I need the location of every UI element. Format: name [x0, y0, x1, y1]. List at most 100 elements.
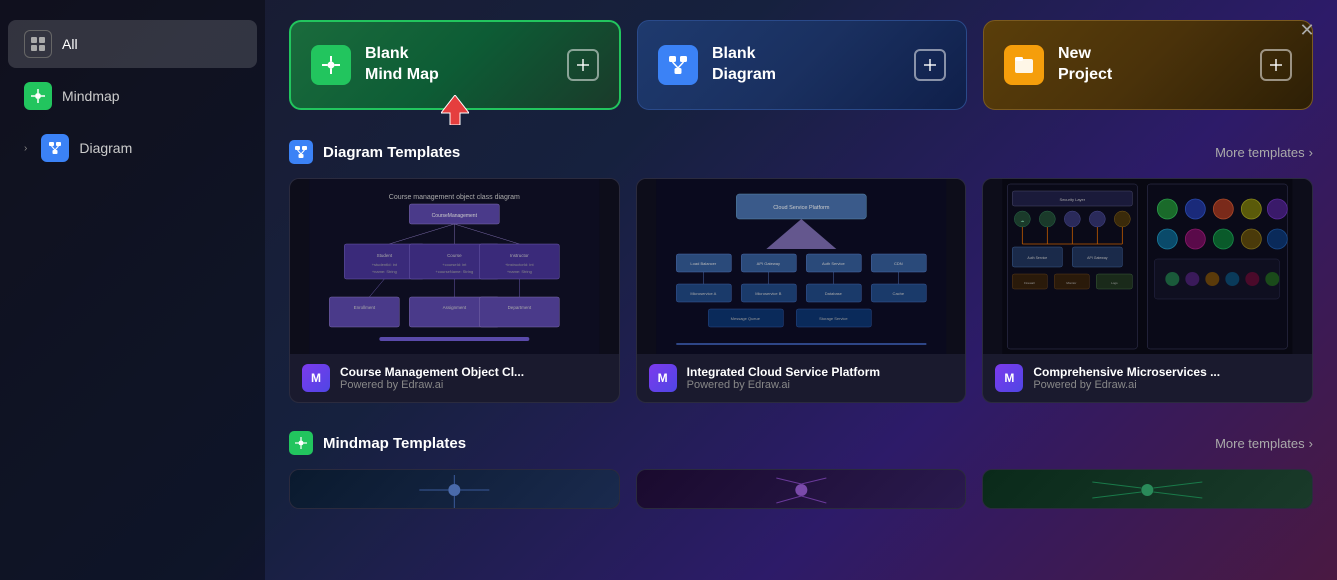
diagram-section: Diagram Templates More templates › Cours… [289, 140, 1313, 403]
svg-text:Microservice A: Microservice A [690, 291, 716, 296]
mindmap-card-2[interactable] [636, 469, 967, 509]
blank-mindmap-icon [311, 45, 351, 85]
svg-text:Storage Service: Storage Service [819, 316, 848, 321]
blank-mindmap-left: Blank Mind Map [311, 44, 439, 86]
template-thumb-cloud: Cloud Service Platform Load Balancer API… [637, 179, 966, 354]
template-text-course: Course Management Object Cl... Powered b… [340, 365, 524, 391]
svg-text:Cache: Cache [892, 291, 904, 296]
diagram-section-header: Diagram Templates More templates › [289, 140, 1313, 164]
diagram-chevron-icon: › [24, 143, 27, 154]
mindmap-icon [24, 82, 52, 110]
template-text-microservices: Comprehensive Microservices ... Powered … [1033, 365, 1220, 391]
svg-text:Monitor: Monitor [1067, 281, 1077, 285]
svg-text:Firewall: Firewall [1024, 281, 1035, 285]
svg-text:API Gateway: API Gateway [756, 261, 779, 266]
template-text-cloud: Integrated Cloud Service Platform Powere… [687, 365, 880, 391]
template-name-course: Course Management Object Cl... [340, 365, 524, 379]
red-arrow-indicator [441, 95, 469, 125]
new-project-card[interactable]: New Project [983, 20, 1313, 110]
svg-text:Assignment: Assignment [443, 305, 467, 310]
new-project-left: New Project [1004, 44, 1112, 86]
blank-diagram-title: Blank Diagram [712, 44, 776, 86]
mindmap-section-title: Mindmap Templates [289, 431, 466, 455]
svg-text:CDN: CDN [894, 261, 903, 266]
mindmap-templates-grid [289, 469, 1313, 509]
blank-diagram-left: Blank Diagram [658, 44, 776, 86]
mindmap-section: Mindmap Templates More templates › [289, 431, 1313, 509]
diagram-icon [41, 134, 69, 162]
template-brand-icon-cloud: M [649, 364, 677, 392]
svg-text:Enrollment: Enrollment [354, 305, 376, 310]
mindmap-more-templates-button[interactable]: More templates › [1215, 436, 1313, 451]
all-icon [24, 30, 52, 58]
template-powered-cloud: Powered by Edraw.ai [687, 379, 880, 391]
mindmap-section-icon [289, 431, 313, 455]
new-project-icon [1004, 45, 1044, 85]
template-name-microservices: Comprehensive Microservices ... [1033, 365, 1220, 379]
svg-text:Instructor: Instructor [510, 253, 529, 258]
svg-text:Student: Student [377, 253, 393, 258]
sidebar-item-diagram[interactable]: › Diagram [8, 124, 257, 172]
blank-mindmap-add-button[interactable] [567, 49, 599, 81]
blank-mindmap-card[interactable]: Blank Mind Map [289, 20, 621, 110]
svg-text:Cloud Service Platform: Cloud Service Platform [773, 205, 830, 211]
template-info-microservices: M Comprehensive Microservices ... Powere… [983, 354, 1312, 402]
svg-text:+name: String: +name: String [372, 269, 397, 274]
template-card-course-management[interactable]: Course management object class diagram C… [289, 178, 620, 403]
template-info-cloud: M Integrated Cloud Service Platform Powe… [637, 354, 966, 402]
sidebar-item-all[interactable]: All [8, 20, 257, 68]
blank-mindmap-title: Blank Mind Map [365, 44, 439, 86]
diagram-section-icon [289, 140, 313, 164]
svg-text:+instructorId: int: +instructorId: int [505, 262, 534, 267]
mindmap-more-label: More templates [1215, 436, 1305, 451]
blank-diagram-add-button[interactable] [914, 49, 946, 81]
svg-text:+studentId: int: +studentId: int [372, 262, 398, 267]
svg-text:Auth Service: Auth Service [1028, 256, 1048, 260]
svg-text:Microservice B: Microservice B [755, 291, 782, 296]
mindmap-section-header: Mindmap Templates More templates › [289, 431, 1313, 455]
svg-text:Course management object class: Course management object class diagram [389, 194, 520, 201]
blank-diagram-icon [658, 45, 698, 85]
svg-text:☁: ☁ [1021, 218, 1025, 223]
diagram-section-label: Diagram Templates [323, 144, 460, 161]
sidebar-mindmap-label: Mindmap [62, 88, 241, 104]
sidebar-item-mindmap[interactable]: Mindmap [8, 72, 257, 120]
svg-text:Course: Course [447, 253, 462, 258]
template-info-course: M Course Management Object Cl... Powered… [290, 354, 619, 402]
new-project-add-button[interactable] [1260, 49, 1292, 81]
diagram-more-templates-button[interactable]: More templates › [1215, 145, 1313, 160]
template-name-cloud: Integrated Cloud Service Platform [687, 365, 880, 379]
sidebar-all-label: All [62, 36, 241, 52]
main-content: Blank Mind Map [265, 0, 1337, 580]
sidebar: All Mindmap › Diagram [0, 0, 265, 580]
template-powered-microservices: Powered by Edraw.ai [1033, 379, 1220, 391]
template-card-cloud[interactable]: Cloud Service Platform Load Balancer API… [636, 178, 967, 403]
diagram-section-title: Diagram Templates [289, 140, 460, 164]
close-button[interactable]: ✕ [1295, 18, 1319, 42]
template-powered-course: Powered by Edraw.ai [340, 379, 524, 391]
svg-text:Message Queue: Message Queue [730, 316, 760, 321]
svg-text:Auth Service: Auth Service [822, 261, 845, 266]
svg-text:Database: Database [824, 291, 842, 296]
mindmap-more-chevron-icon: › [1309, 436, 1313, 451]
close-icon: ✕ [1299, 20, 1314, 41]
diagram-templates-grid: Course management object class diagram C… [289, 178, 1313, 403]
mindmap-card-3[interactable] [982, 469, 1313, 509]
svg-text:API Gateway: API Gateway [1087, 256, 1108, 260]
new-project-title: New Project [1058, 44, 1112, 86]
template-brand-icon-microservices: M [995, 364, 1023, 392]
svg-text:Load Balancer: Load Balancer [690, 261, 716, 266]
template-thumb-microservices: Security Layer ☁ [983, 179, 1312, 354]
blank-diagram-card[interactable]: Blank Diagram [637, 20, 967, 110]
diagram-more-chevron-icon: › [1309, 145, 1313, 160]
mindmap-card-1[interactable] [289, 469, 620, 509]
template-brand-icon-course: M [302, 364, 330, 392]
svg-text:Security Layer: Security Layer [1060, 197, 1086, 202]
top-cards-row: Blank Mind Map [289, 20, 1313, 110]
svg-text:+name: String: +name: String [507, 269, 532, 274]
svg-text:CourseManagement: CourseManagement [432, 213, 478, 219]
svg-text:Department: Department [508, 305, 532, 310]
diagram-more-label: More templates [1215, 145, 1305, 160]
template-card-microservices[interactable]: Security Layer ☁ [982, 178, 1313, 403]
sidebar-diagram-label: Diagram [79, 140, 241, 156]
